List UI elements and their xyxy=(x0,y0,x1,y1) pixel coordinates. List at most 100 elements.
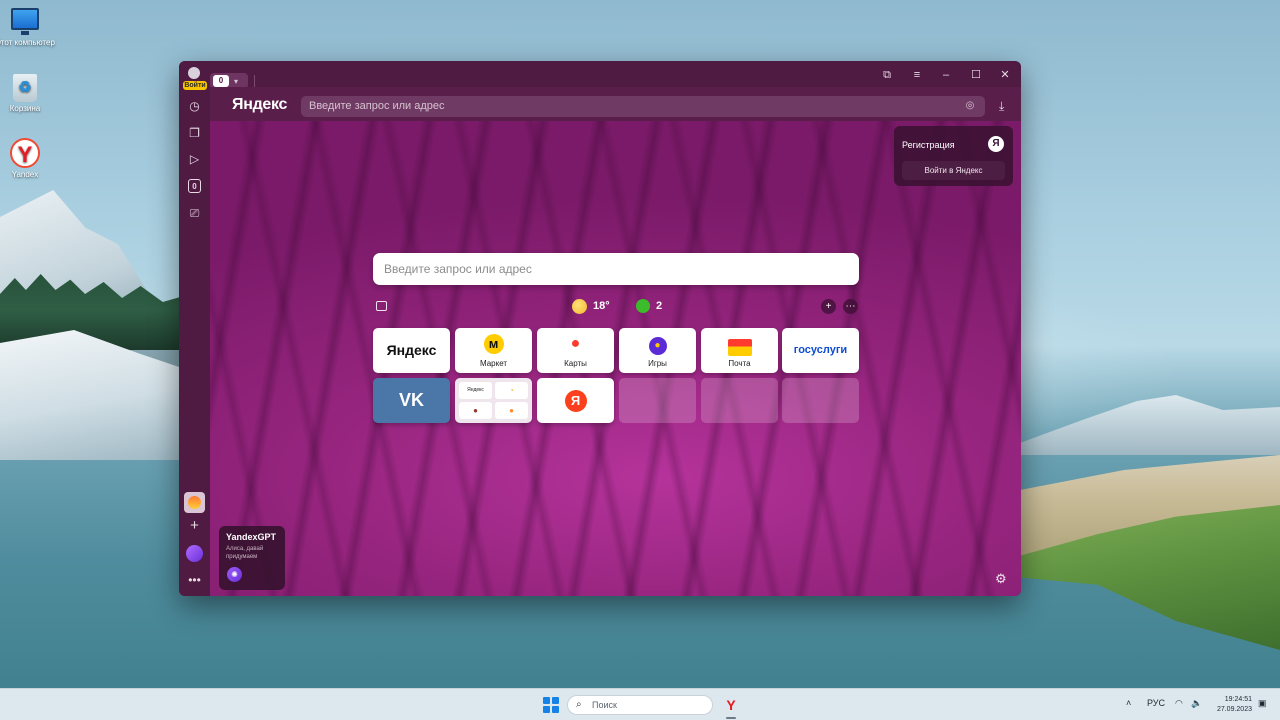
tile-games[interactable]: ● Игры xyxy=(619,328,696,373)
mail-icon: ✉ xyxy=(701,334,778,356)
login-yandex-button[interactable]: Войти в Яндекс xyxy=(902,161,1005,180)
sidebar: ◷ ❐ ▷ 0 ⎚ + ••• xyxy=(179,87,210,596)
collections-icon[interactable]: ❐ xyxy=(186,125,203,142)
games-icon: ● xyxy=(619,334,696,355)
clock-time: 19:24:51 xyxy=(1224,696,1252,703)
alice-icon: ✺ xyxy=(227,567,242,582)
volume-icon[interactable]: 🔈 xyxy=(1191,698,1202,709)
windows-start-icon[interactable] xyxy=(543,697,559,713)
taskbar-yandex-icon[interactable]: Y xyxy=(722,695,740,715)
yandex-browser-icon: Y xyxy=(10,138,40,168)
tile-label: Карты xyxy=(564,359,587,368)
tile-empty[interactable] xyxy=(701,378,778,423)
more-icon[interactable]: ••• xyxy=(186,572,203,589)
taskbar-search-placeholder: Поиск xyxy=(592,700,617,710)
tray-chevron-up-icon[interactable]: ˄ xyxy=(1126,698,1131,708)
desktop-icon-label: Yandex xyxy=(11,170,39,179)
traffic-score: 2 xyxy=(656,300,663,312)
screenshot-icon[interactable]: ⎚ xyxy=(186,205,203,222)
group-subtile-icon: ◔ xyxy=(495,382,528,399)
registration-panel: Регистрация Я Войти в Яндекс xyxy=(894,126,1013,186)
tab-separator xyxy=(254,75,255,87)
address-bar[interactable]: Введите запрос или адрес ◎ xyxy=(301,96,985,117)
user-icon xyxy=(188,67,200,79)
login-label: Войти xyxy=(183,81,207,90)
taskbar-search-input[interactable]: ⌕ Поиск xyxy=(567,695,713,715)
new-tab-page xyxy=(210,121,1021,596)
tile-maps[interactable]: ● Карты xyxy=(537,328,614,373)
add-icon[interactable]: + xyxy=(186,517,203,534)
tile-vk[interactable]: VK xyxy=(373,378,450,423)
tile-gosuslugi[interactable]: госуслуги xyxy=(782,328,859,373)
vk-icon: VK xyxy=(398,390,424,410)
yandexgpt-panel[interactable]: YandexGPT Алиса, давай придумаем ✺ xyxy=(219,526,285,590)
history-icon[interactable]: ◷ xyxy=(186,98,203,115)
group-subtile-icon: ● xyxy=(495,402,528,419)
download-icon[interactable]: ⤓ xyxy=(999,99,1004,114)
menu-icon[interactable]: ≡ xyxy=(907,67,927,83)
bookmarks-icon[interactable]: ⧉ xyxy=(877,67,897,83)
desktop-icon-yandex[interactable]: Y Yandex xyxy=(0,138,55,179)
search-placeholder: Введите запрос или адрес xyxy=(384,262,532,276)
weather-temp: 18° xyxy=(593,300,610,312)
login-avatar-button[interactable]: Войти xyxy=(183,67,207,91)
search-icon: ⌕ xyxy=(576,699,582,710)
language-indicator[interactable]: РУС xyxy=(1147,698,1165,708)
address-row: Яндекс Введите запрос или адрес ◎ ⤓ xyxy=(210,87,1021,119)
maximize-icon[interactable]: ☐ xyxy=(966,67,986,83)
clock-date: 27.09.2023 xyxy=(1216,706,1252,713)
computer-icon xyxy=(11,8,39,35)
weather-widget[interactable]: 18° xyxy=(572,296,610,316)
map-pin-icon: ● xyxy=(570,335,581,352)
tile-label: Почта xyxy=(728,359,751,368)
desktop-icon-this-pc[interactable]: Этот компьютер xyxy=(0,8,55,47)
tile-ya[interactable]: Я xyxy=(537,378,614,423)
ya-icon: Я xyxy=(537,390,614,412)
traffic-icon xyxy=(636,299,650,313)
close-icon[interactable]: ✕ xyxy=(995,67,1015,83)
sun-icon xyxy=(572,298,587,314)
more-options-button[interactable]: ⋯ xyxy=(843,299,858,314)
wifi-icon[interactable]: ◠ xyxy=(1175,698,1183,709)
calendar-icon[interactable] xyxy=(376,301,387,311)
tile-yandex[interactable]: Яндекс xyxy=(373,328,450,373)
taskbar-clock[interactable]: 19:24:51 27.09.2023 xyxy=(1210,695,1252,715)
recycle-bin-icon: ♻ xyxy=(13,74,37,102)
chevron-down-icon: ▾ xyxy=(234,76,239,86)
tile-logo: госуслуги xyxy=(793,344,848,356)
tile-label: Маркет xyxy=(479,359,508,368)
brand-logo[interactable]: Яндекс xyxy=(232,96,287,114)
widget-app-icon[interactable] xyxy=(184,492,205,513)
tile-logo: Яндекс xyxy=(386,342,437,358)
tab-count-value: 0 xyxy=(213,75,229,87)
tabs-box-icon[interactable]: 0 xyxy=(188,179,201,193)
alice-icon[interactable] xyxy=(186,545,203,562)
desktop-icon-recycle-bin[interactable]: ♻ Корзина xyxy=(0,74,55,113)
taskbar: ⌕ Поиск Y ˄ РУС ◠ 🔈 19:24:51 27.09.2023 … xyxy=(0,688,1280,720)
desktop-icon-label: Корзина xyxy=(9,104,41,113)
wallpaper-mountain-right xyxy=(1020,395,1280,455)
play-icon[interactable]: ▷ xyxy=(186,151,203,168)
address-placeholder: Введите запрос или адрес xyxy=(309,100,445,112)
tile-empty[interactable] xyxy=(782,378,859,423)
camera-icon[interactable]: ◎ xyxy=(963,99,977,113)
group-subtile: Яндекс xyxy=(459,382,492,399)
active-app-indicator xyxy=(726,717,736,719)
minimize-icon[interactable]: – xyxy=(936,67,956,83)
notifications-icon[interactable]: ▣ xyxy=(1258,698,1267,709)
tile-label: Игры xyxy=(648,359,667,368)
tile-market[interactable]: м Маркет xyxy=(455,328,532,373)
traffic-widget[interactable]: 2 xyxy=(636,296,662,316)
tile-mail[interactable]: ✉ Почта xyxy=(701,328,778,373)
tile-empty[interactable] xyxy=(619,378,696,423)
tile-yandex-group[interactable]: Яндекс ◔ ● ● xyxy=(455,378,532,423)
gpt-title: YandexGPT xyxy=(226,532,277,542)
market-icon: м xyxy=(455,334,532,354)
search-input[interactable]: Введите запрос или адрес xyxy=(373,253,859,285)
registration-title: Регистрация xyxy=(902,140,955,150)
gpt-subtitle: Алиса, давай придумаем xyxy=(226,546,264,560)
desktop-icon-label: Этот компьютер xyxy=(0,38,55,47)
yandex-logo-icon: Я xyxy=(988,136,1004,152)
add-tile-button[interactable]: + xyxy=(821,299,836,314)
customize-icon[interactable]: ⚙ xyxy=(995,571,1007,587)
